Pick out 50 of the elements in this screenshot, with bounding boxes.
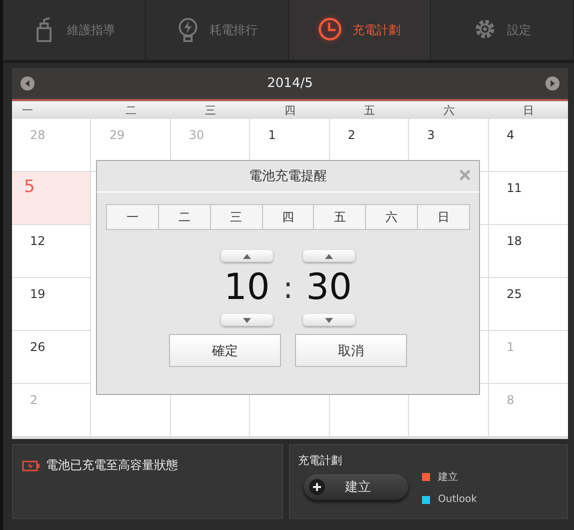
day-number: 30 (188, 128, 204, 142)
weekday-toggle[interactable]: 六 (366, 205, 418, 229)
weekday-label: 五 (362, 103, 376, 119)
calendar-cell[interactable]: 12 (12, 225, 92, 278)
weekday-toggle[interactable]: 四 (262, 205, 314, 229)
day-number: 2 (348, 128, 356, 142)
weekday-label: 一 (21, 103, 34, 119)
weekday-label: 四 (283, 103, 296, 119)
legend-label: 建立 (438, 470, 458, 484)
day-number: 4 (506, 128, 514, 142)
weekday-label: 日 (522, 103, 535, 119)
day-number: 25 (506, 287, 522, 301)
day-number: 18 (506, 234, 522, 248)
day-number: 19 (30, 287, 46, 301)
weekday-toggle[interactable]: 一 (107, 205, 159, 229)
weekday-toggle[interactable]: 三 (210, 205, 263, 229)
day-number: 8 (506, 393, 514, 407)
create-button[interactable]: 建立 (304, 474, 408, 500)
confirm-button[interactable]: 確定 (169, 334, 281, 367)
calendar-cell[interactable]: 26 (12, 331, 92, 384)
time-value[interactable]: 30 (306, 268, 352, 308)
time-value[interactable]: 10 (224, 268, 270, 308)
section-title: 充電計劃 (298, 453, 343, 468)
tab[interactable]: 充電計劃 (288, 0, 432, 60)
weekday-label: 二 (124, 103, 138, 119)
calendar-cell[interactable]: 19 (12, 278, 92, 331)
day-number: 28 (30, 128, 46, 142)
status-text: 電池已充電至高容量狀態 (46, 457, 178, 474)
calendar-cell[interactable]: 25 (488, 278, 568, 331)
weekday-label: 六 (442, 103, 456, 119)
day-number: 2 (30, 393, 38, 407)
weekday-toggle[interactable]: 日 (418, 205, 470, 229)
day-number: 3 (427, 128, 435, 142)
month-title: 2014/5 (267, 76, 313, 91)
weekday-toggle[interactable]: 二 (158, 205, 211, 229)
calendar-cell[interactable]: 18 (488, 225, 568, 278)
calendar-cell[interactable]: 11 (488, 172, 568, 225)
weekday-label: 三 (204, 103, 218, 119)
day-number: 26 (30, 340, 46, 354)
day-number: 29 (109, 128, 125, 142)
cancel-button[interactable]: 取消 (295, 334, 407, 367)
day-number: 12 (30, 234, 46, 248)
legend-label: Outlook (438, 494, 477, 505)
day-number: 5 (24, 177, 35, 197)
day-number: 1 (506, 340, 514, 354)
weekday-toggle[interactable]: 五 (314, 205, 366, 229)
time-separator: : (282, 270, 294, 306)
day-number: 11 (506, 181, 522, 195)
day-number: 1 (268, 128, 276, 142)
calendar-cell[interactable]: 4 (488, 119, 568, 172)
